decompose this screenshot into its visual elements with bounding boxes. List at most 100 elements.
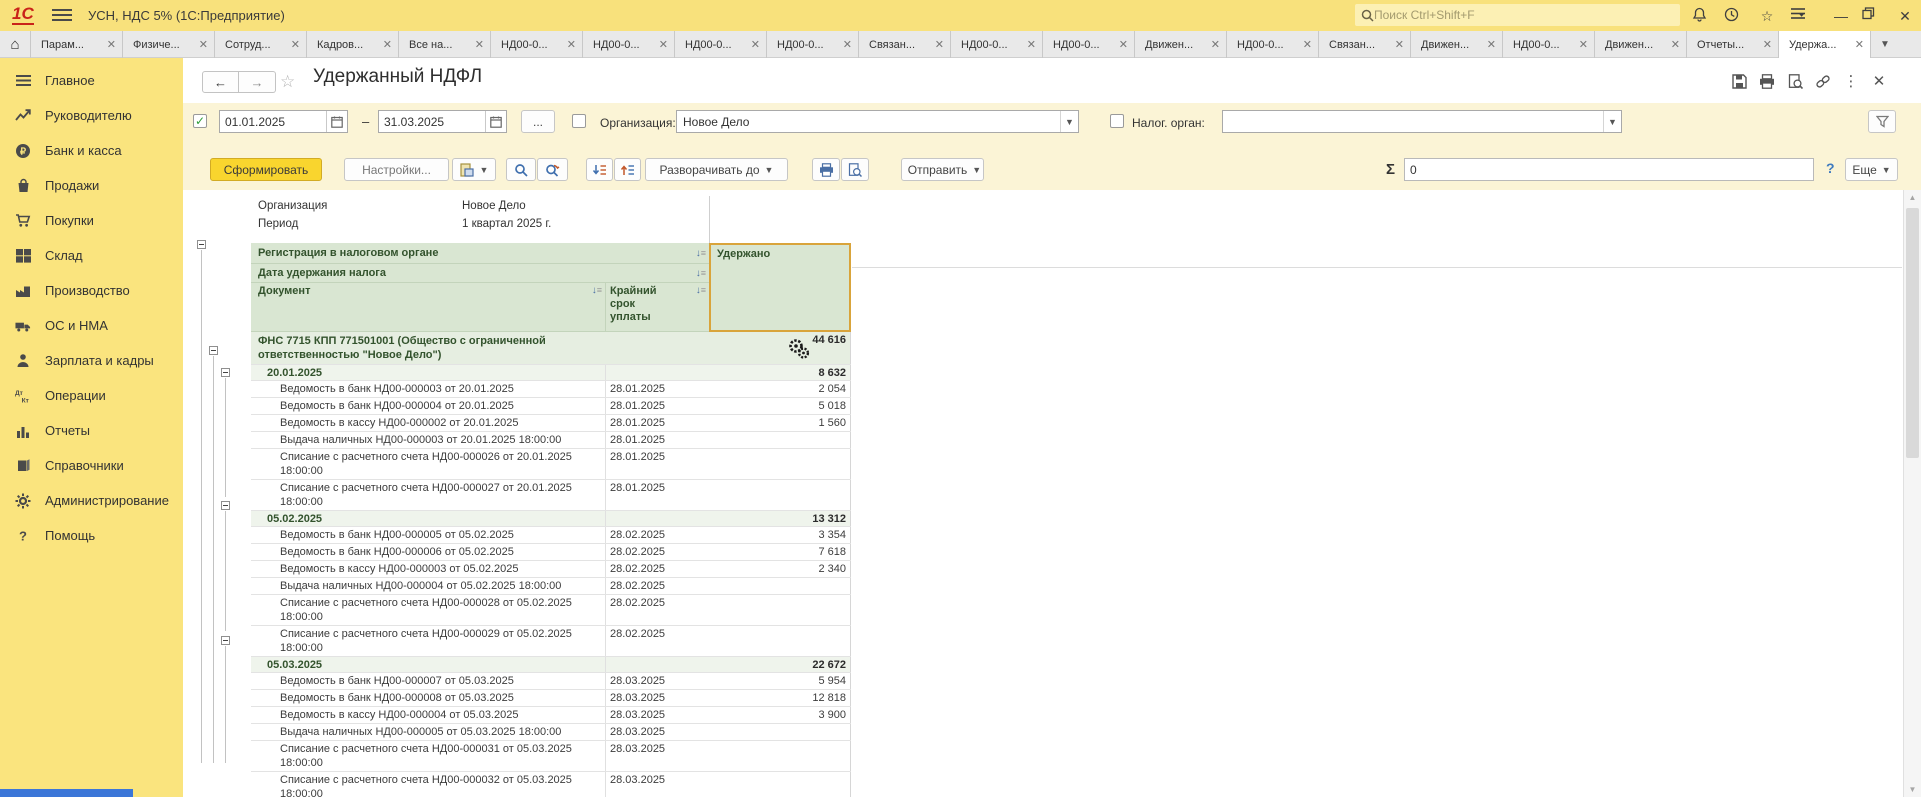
restore-icon[interactable] xyxy=(1862,7,1882,25)
sidebar-item-manager[interactable]: Руководителю xyxy=(0,98,183,133)
sort-icon[interactable]: ↓≡ xyxy=(696,268,706,279)
tab[interactable]: Удержа... ✕ xyxy=(1779,31,1871,58)
tab[interactable]: НД00-0... ✕ xyxy=(1503,31,1595,58)
favorite-star-icon[interactable]: ☆ xyxy=(280,72,295,92)
tab[interactable]: Движен... ✕ xyxy=(1135,31,1227,58)
header-withhold-date[interactable]: Дата удержания налога ↓≡ xyxy=(251,264,709,283)
tab[interactable]: НД00-0... ✕ xyxy=(767,31,859,58)
tab[interactable]: Связан... ✕ xyxy=(859,31,951,58)
document-row[interactable]: Ведомость в кассу НД00-000004 от 05.03.2… xyxy=(251,707,851,724)
tab-close-icon[interactable]: ✕ xyxy=(383,38,392,51)
tab-close-icon[interactable]: ✕ xyxy=(1579,38,1588,51)
document-row[interactable]: Ведомость в банк НД00-000004 от 20.01.20… xyxy=(251,398,851,415)
close-window-icon[interactable]: ✕ xyxy=(1895,7,1915,25)
header-registration[interactable]: Регистрация в налоговом органе ↓≡ xyxy=(251,243,709,264)
preview-icon[interactable] xyxy=(1786,72,1804,90)
sort-icon[interactable]: ↓≡ xyxy=(696,285,706,331)
header-withheld-selected-cell[interactable]: Удержано xyxy=(709,243,851,332)
sidebar-item-administration[interactable]: Администрирование xyxy=(0,483,183,518)
sidebar-item-directories[interactable]: Справочники xyxy=(0,448,183,483)
print-preview-button[interactable] xyxy=(841,158,869,181)
collapse-group-icon[interactable] xyxy=(221,501,230,510)
period-checkbox[interactable]: ✓ xyxy=(193,114,207,128)
settings-button[interactable]: Настройки... xyxy=(344,158,449,181)
sidebar-item-production[interactable]: Производство xyxy=(0,273,183,308)
tab[interactable]: Отчеты... ✕ xyxy=(1687,31,1779,58)
tab-close-icon[interactable]: ✕ xyxy=(659,38,668,51)
document-row[interactable]: Ведомость в кассу НД00-000003 от 05.02.2… xyxy=(251,561,851,578)
generate-button[interactable]: Сформировать xyxy=(210,158,322,181)
collapse-level2-icon[interactable] xyxy=(209,346,218,355)
tab-close-icon[interactable]: ✕ xyxy=(1763,38,1772,51)
sidebar-item-sales[interactable]: Продажи xyxy=(0,168,183,203)
save-icon[interactable] xyxy=(1730,72,1748,90)
tab-close-icon[interactable]: ✕ xyxy=(107,38,116,51)
history-icon[interactable] xyxy=(1724,7,1744,25)
sidebar-item-help[interactable]: ?Помощь xyxy=(0,518,183,553)
period-from-input[interactable] xyxy=(220,115,326,129)
help-icon[interactable]: ? xyxy=(1826,160,1835,176)
favorites-star-icon[interactable]: ☆ xyxy=(1757,7,1777,25)
document-row[interactable]: Ведомость в банк НД00-000005 от 05.02.20… xyxy=(251,527,851,544)
document-row[interactable]: Ведомость в банк НД00-000003 от 20.01.20… xyxy=(251,381,851,398)
document-row[interactable]: Списание с расчетного счета НД00-000029 … xyxy=(251,626,851,657)
document-row[interactable]: Списание с расчетного счета НД00-000026 … xyxy=(251,449,851,480)
scrollbar-thumb[interactable] xyxy=(1906,208,1919,458)
tab[interactable]: НД00-0... ✕ xyxy=(675,31,767,58)
collapse-group-icon[interactable] xyxy=(221,368,230,377)
group-header-row[interactable]: 05.02.2025 13 312 xyxy=(251,511,851,527)
sidebar-item-bank-cash[interactable]: ₽Банк и касса xyxy=(0,133,183,168)
tab[interactable]: Движен... ✕ xyxy=(1595,31,1687,58)
group-header-row[interactable]: 20.01.2025 8 632 xyxy=(251,365,851,381)
tab-close-icon[interactable]: ✕ xyxy=(291,38,300,51)
scroll-down-icon[interactable]: ▼ xyxy=(1904,785,1921,794)
period-to-input[interactable] xyxy=(379,115,485,129)
tools-menu-icon[interactable] xyxy=(1790,7,1816,25)
sidebar-item-operations[interactable]: ДтКтОперации xyxy=(0,378,183,413)
sidebar-item-reports[interactable]: Отчеты xyxy=(0,413,183,448)
global-search[interactable] xyxy=(1355,4,1680,26)
tab-close-icon[interactable]: ✕ xyxy=(567,38,576,51)
print-button[interactable] xyxy=(812,158,840,181)
tab[interactable]: Движен... ✕ xyxy=(1411,31,1503,58)
document-row[interactable]: Ведомость в кассу НД00-000002 от 20.01.2… xyxy=(251,415,851,432)
more-dots-icon[interactable]: ⋮ xyxy=(1842,72,1860,90)
tab-close-icon[interactable]: ✕ xyxy=(1855,38,1864,51)
tab-close-icon[interactable]: ✕ xyxy=(843,38,852,51)
find-next-button[interactable] xyxy=(537,158,568,181)
forward-button[interactable]: → xyxy=(239,71,276,93)
document-row[interactable]: Списание с расчетного счета НД00-000028 … xyxy=(251,595,851,626)
document-row[interactable]: Ведомость в банк НД00-000006 от 05.02.20… xyxy=(251,544,851,561)
collapse-groups-button[interactable] xyxy=(586,158,613,181)
org-checkbox[interactable] xyxy=(572,114,586,128)
tab-close-icon[interactable]: ✕ xyxy=(1303,38,1312,51)
document-row[interactable]: Ведомость в банк НД00-000007 от 05.03.20… xyxy=(251,673,851,690)
tab-close-icon[interactable]: ✕ xyxy=(199,38,208,51)
scroll-up-icon[interactable]: ▲ xyxy=(1904,193,1921,202)
main-menu-icon[interactable] xyxy=(52,9,72,22)
period-from-field[interactable] xyxy=(219,110,348,133)
tab[interactable]: НД00-0... ✕ xyxy=(1043,31,1135,58)
minimize-icon[interactable]: — xyxy=(1831,7,1851,25)
tab[interactable]: НД00-0... ✕ xyxy=(583,31,675,58)
autosum-input[interactable] xyxy=(1405,159,1813,180)
expand-groups-button[interactable] xyxy=(614,158,641,181)
search-input[interactable] xyxy=(1374,8,1654,22)
autosum-field[interactable] xyxy=(1404,158,1814,181)
home-tab[interactable]: ⌂ xyxy=(0,31,31,58)
document-row[interactable]: Выдача наличных НД00-000005 от 05.03.202… xyxy=(251,724,851,741)
sort-icon[interactable]: ↓≡ xyxy=(592,285,602,331)
collapse-group-icon[interactable] xyxy=(221,636,230,645)
more-button[interactable]: Еще▼ xyxy=(1845,158,1898,181)
chevron-down-icon[interactable]: ▼ xyxy=(1603,111,1621,132)
tab-close-icon[interactable]: ✕ xyxy=(1119,38,1128,51)
document-row[interactable]: Списание с расчетного счета НД00-000032 … xyxy=(251,772,851,797)
org-combo[interactable]: Новое Дело ▼ xyxy=(676,110,1079,133)
sidebar-item-main[interactable]: Главное xyxy=(0,63,183,98)
document-row[interactable]: Ведомость в банк НД00-000008 от 05.03.20… xyxy=(251,690,851,707)
calendar-icon[interactable] xyxy=(485,111,506,132)
tab[interactable]: Физиче... ✕ xyxy=(123,31,215,58)
filter-funnel-button[interactable] xyxy=(1868,110,1896,133)
close-form-icon[interactable]: ✕ xyxy=(1870,72,1888,90)
period-to-field[interactable] xyxy=(378,110,507,133)
